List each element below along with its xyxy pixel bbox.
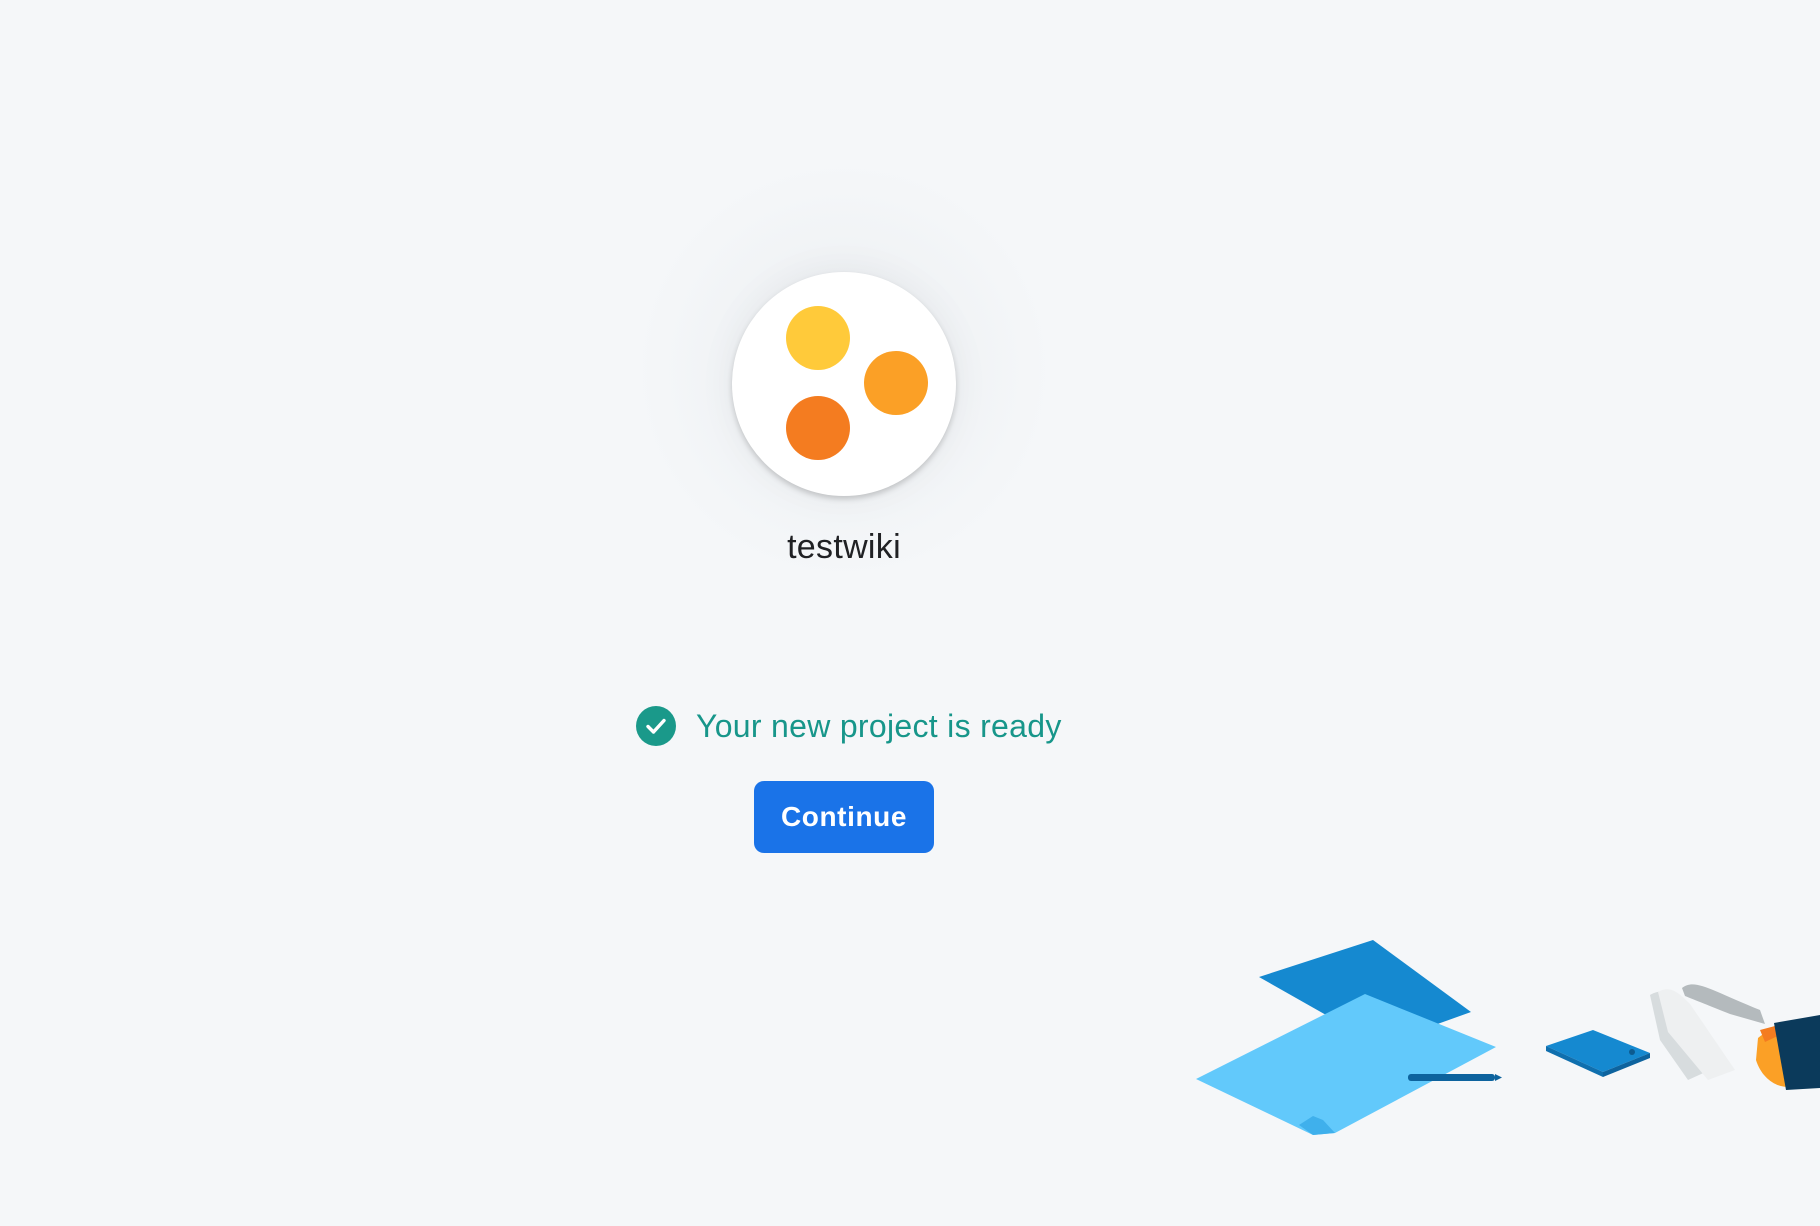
continue-button[interactable]: Continue [754, 781, 934, 853]
status-text: Your new project is ready [696, 707, 1062, 744]
orange-dot-icon [786, 396, 850, 460]
yellow-dot-icon [786, 306, 850, 370]
feet-on-papers-illustration [1196, 940, 1820, 1135]
project-avatar [732, 272, 956, 496]
amber-dot-icon [864, 351, 928, 415]
status-message: Your new project is ready [636, 703, 1062, 749]
check-circle-icon [636, 706, 676, 746]
project-name: testwiki [787, 528, 901, 566]
project-ready-page: testwiki Your new project is ready Conti… [0, 0, 1820, 1226]
